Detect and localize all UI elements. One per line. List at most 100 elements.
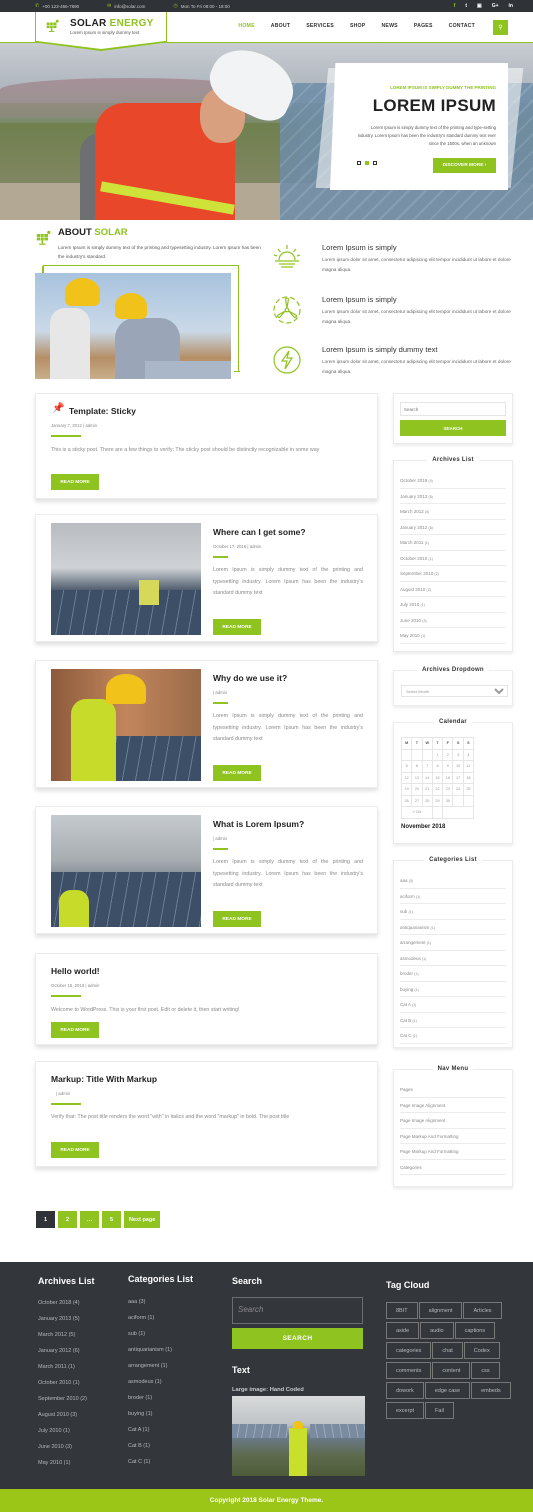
read-more-button[interactable]: READ MORE — [51, 474, 99, 490]
footer-search-button[interactable]: SEARCH — [232, 1328, 363, 1349]
footer-list-item[interactable]: May 2010 (1) — [38, 1460, 87, 1476]
slide-dot-2[interactable] — [365, 161, 369, 165]
tag-link[interactable]: chat — [432, 1342, 463, 1359]
youtube-icon[interactable]: ▣ — [477, 3, 482, 9]
google-plus-icon[interactable]: G+ — [492, 3, 499, 9]
post-thumbnail[interactable] — [51, 815, 201, 927]
post-title[interactable]: Why do we use it? — [213, 673, 287, 683]
footer-list-item[interactable]: October 2018 (4) — [38, 1300, 87, 1316]
list-item[interactable]: May 2010 (1) — [400, 628, 506, 644]
footer-list-item[interactable]: asmodeus (1) — [128, 1379, 172, 1395]
footer-list-item[interactable]: Cat A (1) — [128, 1427, 172, 1443]
list-item[interactable]: buying (1) — [400, 982, 506, 997]
tag-link[interactable]: audio — [420, 1322, 454, 1339]
list-item[interactable]: March 2011 (1) — [400, 535, 506, 551]
footer-list-item[interactable]: Cat B (1) — [128, 1443, 172, 1459]
nav-item-home[interactable]: HOME — [238, 23, 254, 29]
list-item[interactable]: Pages — [400, 1082, 506, 1098]
list-item[interactable]: antiquarianism (1) — [400, 920, 506, 935]
footer-list-item[interactable]: January 2012 (6) — [38, 1348, 87, 1364]
tag-link[interactable]: alignment — [418, 1302, 463, 1319]
read-more-button[interactable]: READ MORE — [213, 911, 261, 927]
email-info[interactable]: ✉ info@solar.com — [107, 3, 145, 9]
list-item[interactable]: July 2010 (1) — [400, 597, 506, 613]
nav-item-news[interactable]: NEWS — [381, 23, 397, 29]
tag-link[interactable]: excerpt — [386, 1402, 425, 1419]
tag-link[interactable]: captions — [454, 1322, 496, 1339]
read-more-button[interactable]: READ MORE — [213, 765, 261, 781]
post-title[interactable]: Where can I get some? — [213, 527, 306, 537]
tag-link[interactable]: Articles — [463, 1302, 502, 1319]
sidebar-search-input[interactable] — [400, 402, 506, 416]
list-item[interactable]: Cat C (1) — [400, 1028, 506, 1044]
footer-list-item[interactable]: March 2011 (1) — [38, 1364, 87, 1380]
slide-dot-1[interactable] — [357, 161, 361, 165]
list-item[interactable]: Page Image Alignment — [400, 1098, 506, 1113]
tag-link[interactable]: css — [471, 1362, 500, 1379]
list-item[interactable]: June 2010 (3) — [400, 613, 506, 628]
tag-link[interactable]: dowork — [386, 1382, 424, 1399]
footer-list-item[interactable]: September 2010 (2) — [38, 1396, 87, 1412]
footer-search-input[interactable]: Search — [232, 1297, 363, 1324]
footer-list-item[interactable]: buying (1) — [128, 1411, 172, 1427]
footer-list-item[interactable]: aciform (1) — [128, 1315, 172, 1331]
list-item[interactable]: March 2012 (5) — [400, 504, 506, 520]
facebook-icon[interactable]: f — [454, 3, 456, 9]
page-2[interactable]: 2 — [58, 1211, 77, 1228]
discover-more-button[interactable]: DISCOVER MORE › — [433, 158, 496, 173]
post-thumbnail[interactable] — [51, 669, 201, 781]
list-item[interactable]: October 2010 (1) — [400, 551, 506, 566]
list-item[interactable]: aciform (1) — [400, 889, 506, 904]
list-item[interactable]: sub (1) — [400, 904, 506, 920]
tag-link[interactable]: edge case — [424, 1382, 471, 1399]
footer-list-item[interactable]: broder (1) — [128, 1395, 172, 1411]
tag-link[interactable]: comments — [386, 1362, 432, 1379]
nav-item-shop[interactable]: SHOP — [350, 23, 366, 29]
calendar-prev-link[interactable]: « Oct — [401, 806, 433, 819]
footer-list-item[interactable]: sub (1) — [128, 1331, 172, 1347]
read-more-button[interactable]: READ MORE — [213, 619, 261, 635]
list-item[interactable]: January 2012 (6) — [400, 520, 506, 535]
list-item[interactable]: August 2010 (3) — [400, 582, 506, 597]
post-title[interactable]: Template: Sticky — [69, 406, 136, 416]
next-page-button[interactable]: Next page — [124, 1211, 161, 1228]
read-more-button[interactable]: READ MORE — [51, 1142, 99, 1158]
header-search-button[interactable]: ⚲ — [493, 20, 508, 35]
footer-list-item[interactable]: Cat C (1) — [128, 1459, 172, 1475]
nav-item-contact[interactable]: CONTACT — [449, 23, 475, 29]
post-thumbnail[interactable] — [51, 523, 201, 635]
list-item[interactable]: asmodeus (1) — [400, 951, 506, 966]
archives-month-select[interactable]: Select Month — [401, 685, 508, 697]
footer-list-item[interactable]: June 2010 (3) — [38, 1444, 87, 1460]
list-item[interactable]: September 2010 (2) — [400, 566, 506, 582]
footer-list-item[interactable]: January 2013 (5) — [38, 1316, 87, 1332]
twitter-icon[interactable]: t — [465, 3, 467, 9]
footer-list-item[interactable]: August 2010 (3) — [38, 1412, 87, 1428]
footer-list-item[interactable]: March 2012 (5) — [38, 1332, 87, 1348]
tag-link[interactable]: categories — [386, 1342, 432, 1359]
footer-list-item[interactable]: aaa (3) — [128, 1299, 172, 1315]
sidebar-search-button[interactable]: SEARCH — [400, 420, 506, 436]
tag-link[interactable]: embeds — [471, 1382, 511, 1399]
tag-link[interactable]: aside — [386, 1322, 420, 1339]
tag-link[interactable]: Codex — [463, 1342, 500, 1359]
list-item[interactable]: Cat A (1) — [400, 997, 506, 1013]
footer-list-item[interactable]: October 2010 (1) — [38, 1380, 87, 1396]
read-more-button[interactable]: READ MORE — [51, 1022, 99, 1038]
slide-dot-3[interactable] — [373, 161, 377, 165]
nav-item-services[interactable]: SERVICES — [306, 23, 334, 29]
page-1[interactable]: 1 — [36, 1211, 55, 1228]
nav-item-about[interactable]: ABOUT — [271, 23, 290, 29]
post-title[interactable]: What is Lorem Ipsum? — [213, 819, 304, 829]
list-item[interactable]: Page Markup And Formatting — [400, 1129, 506, 1144]
tag-link[interactable]: Fail — [425, 1402, 454, 1419]
page-5[interactable]: 5 — [102, 1211, 121, 1228]
footer-list-item[interactable]: July 2010 (1) — [38, 1428, 87, 1444]
list-item[interactable]: January 2013 (5) — [400, 489, 506, 504]
list-item[interactable]: October 2018 (4) — [400, 473, 506, 489]
list-item[interactable]: arrangement (1) — [400, 935, 506, 951]
post-title[interactable]: Markup: Title With Markup — [51, 1074, 157, 1084]
list-item[interactable]: Page Image Alignment — [400, 1113, 506, 1129]
tag-link[interactable]: 8BIT — [386, 1302, 418, 1319]
list-item[interactable]: broder (1) — [400, 966, 506, 982]
